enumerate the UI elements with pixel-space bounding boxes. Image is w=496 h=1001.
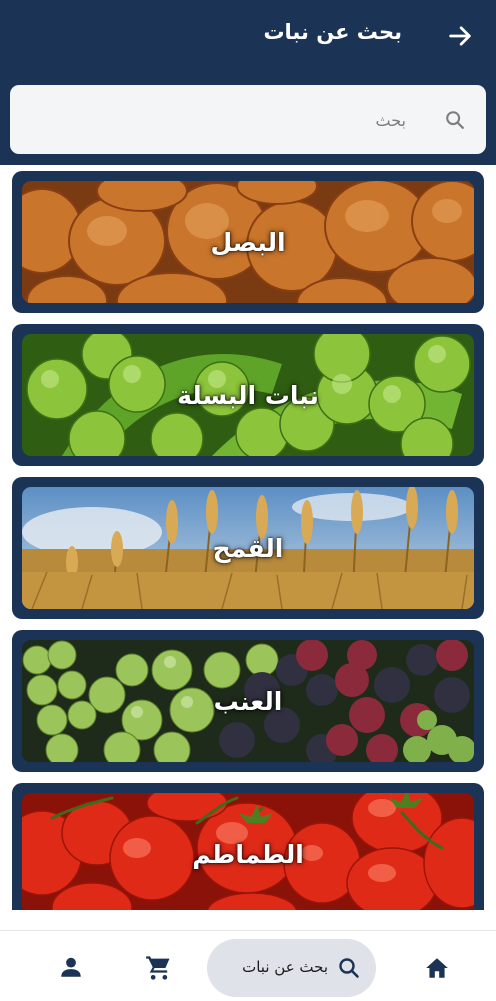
plant-card-pea[interactable]: نبات البسلة bbox=[12, 324, 484, 466]
plant-card-grape[interactable]: العنب bbox=[12, 630, 484, 772]
plant-name: نبات البسلة bbox=[177, 380, 319, 410]
pea-image: نبات البسلة bbox=[22, 334, 474, 456]
cart-icon[interactable] bbox=[145, 954, 173, 982]
onion-image: البصل bbox=[22, 181, 474, 303]
wheat-image: القمح bbox=[22, 487, 474, 609]
plant-list: البصل نبات البسلة القمح العنب الطماطم bbox=[0, 165, 496, 910]
plant-card-wheat[interactable]: القمح bbox=[12, 477, 484, 619]
page-title: بحث عن نبات bbox=[263, 20, 402, 44]
plant-name: البصل bbox=[210, 227, 286, 257]
search-section bbox=[0, 73, 496, 165]
plant-card-tomato[interactable]: الطماطم bbox=[12, 783, 484, 910]
back-arrow-icon[interactable] bbox=[446, 22, 474, 50]
account-icon[interactable] bbox=[58, 954, 84, 980]
search-icon bbox=[339, 958, 359, 978]
plant-card-onion[interactable]: البصل bbox=[12, 171, 484, 313]
plant-name: الطماطم bbox=[192, 839, 304, 869]
grape-image: العنب bbox=[22, 640, 474, 762]
nav-search-button[interactable]: بحث عن نبات bbox=[207, 939, 376, 997]
search-icon bbox=[446, 111, 464, 129]
search-input[interactable] bbox=[24, 85, 408, 156]
search-box bbox=[10, 85, 486, 156]
tomato-image: الطماطم bbox=[22, 793, 474, 910]
home-icon[interactable] bbox=[424, 955, 450, 981]
nav-search-label: بحث عن نبات bbox=[242, 958, 328, 976]
app-bar: بحث عن نبات bbox=[0, 0, 496, 73]
plant-name: القمح bbox=[212, 533, 284, 563]
bottom-navigation: بحث عن نبات bbox=[0, 930, 496, 1001]
plant-name: العنب bbox=[213, 686, 283, 716]
